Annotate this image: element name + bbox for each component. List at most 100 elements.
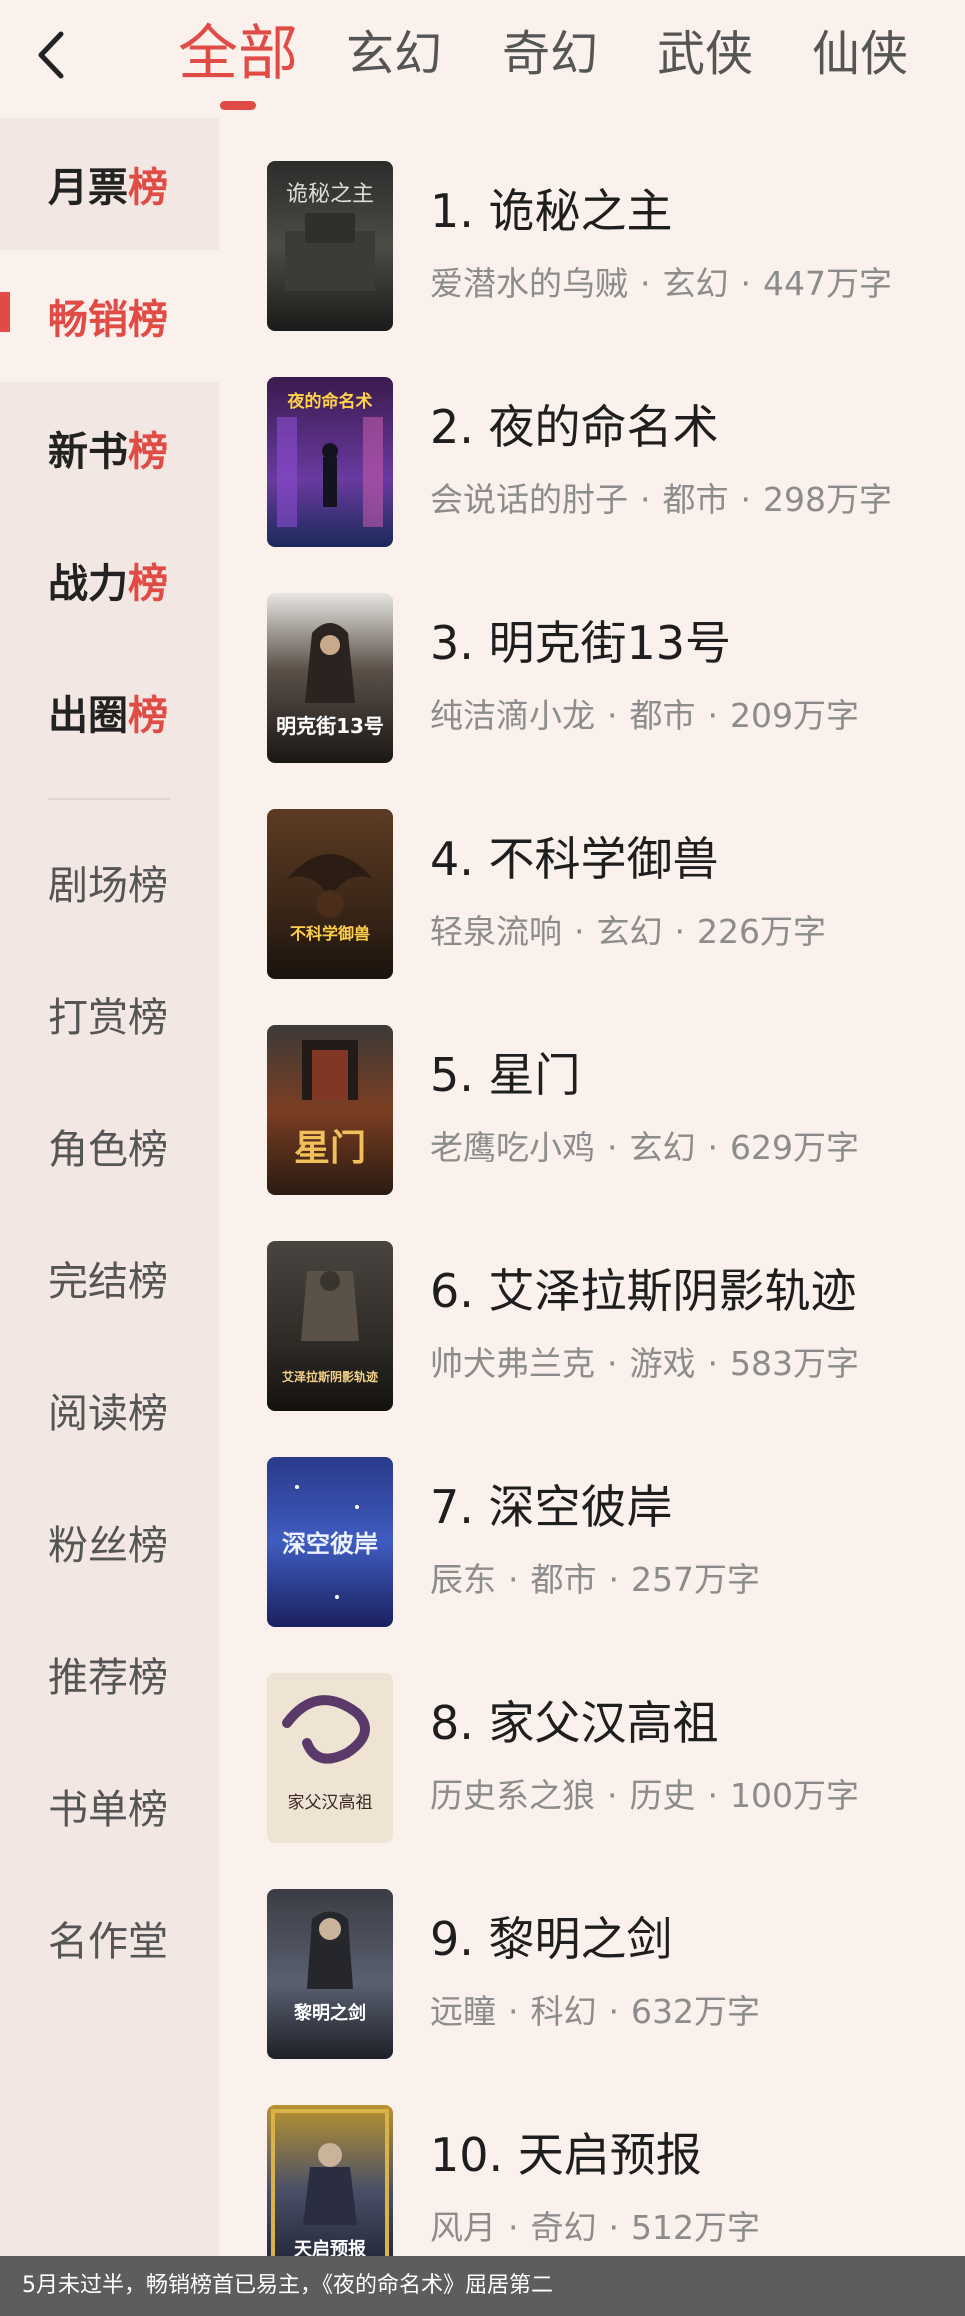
- book-title: 8. 家父汉高祖: [430, 1696, 719, 1750]
- book-row-3[interactable]: 明克街13号 3. 明克街13号 纯洁滴小龙 · 都市 · 209万字: [219, 593, 965, 793]
- book-genre: 奇幻: [530, 2208, 597, 2247]
- ranking-sidebar: 月票榜 畅销榜 新书榜 战力榜 出圈榜 剧场榜 打赏榜 角色榜 完结榜 阅读榜 …: [0, 118, 219, 2316]
- sidebar-item-label: 畅销: [48, 297, 128, 343]
- book-genre: 历史: [629, 1776, 696, 1815]
- book-cover: 诡秘之主: [267, 161, 393, 331]
- book-row-1[interactable]: 诡秘之主 1. 诡秘之主 爱潜水的乌贼 · 玄幻 · 447万字: [219, 161, 965, 361]
- book-word-count: 632万字: [631, 1992, 760, 2031]
- book-author: 历史系之狼: [430, 1776, 595, 1815]
- book-word-count: 512万字: [631, 2208, 760, 2247]
- sidebar-item-label: 新书: [48, 429, 128, 475]
- book-meta: 帅犬弗兰克 · 游戏 · 583万字: [430, 1344, 859, 1383]
- tab-all[interactable]: 全部: [178, 14, 298, 94]
- book-meta: 风月 · 奇幻 · 512万字: [430, 2208, 760, 2247]
- book-cover: 黎明之剑: [267, 1889, 393, 2059]
- book-word-count: 629万字: [730, 1128, 859, 1167]
- book-genre: 都市: [662, 480, 729, 519]
- book-title: 6. 艾泽拉斯阴影轨迹: [430, 1264, 857, 1318]
- book-word-count: 100万字: [730, 1776, 859, 1815]
- book-word-count: 209万字: [730, 696, 859, 735]
- book-title: 1. 诡秘之主: [430, 184, 673, 238]
- sidebar-item-characters[interactable]: 角色榜: [0, 1080, 219, 1212]
- book-word-count: 257万字: [631, 1560, 760, 1599]
- book-row-5[interactable]: 星门 5. 星门 老鹰吃小鸡 · 玄幻 · 629万字: [219, 1025, 965, 1225]
- book-author: 远瞳: [430, 1992, 496, 2031]
- cover-title: 黎明之剑: [294, 2002, 366, 2024]
- book-title: 3. 明克街13号: [430, 616, 732, 670]
- cover-title: 艾泽拉斯阴影轨迹: [282, 1369, 378, 1384]
- sidebar-item-theater[interactable]: 剧场榜: [0, 816, 219, 948]
- sidebar-item-label: 战力: [48, 561, 128, 607]
- book-title: 2. 夜的命名术: [430, 400, 719, 454]
- book-row-4[interactable]: 不科学御兽 4. 不科学御兽 轻泉流响 · 玄幻 · 226万字: [219, 809, 965, 1009]
- sidebar-item-suffix: 榜: [128, 165, 168, 211]
- sidebar-item-monthly-ticket[interactable]: 月票榜: [0, 118, 219, 250]
- sidebar-item-suffix: 榜: [128, 561, 168, 607]
- book-meta: 会说话的肘子 · 都市 · 298万字: [430, 480, 892, 519]
- book-row-7[interactable]: 深空彼岸 7. 深空彼岸 辰东 · 都市 · 257万字: [219, 1457, 965, 1657]
- sidebar-item-fans[interactable]: 粉丝榜: [0, 1476, 219, 1608]
- sidebar-item-suffix: 榜: [128, 297, 168, 343]
- tab-xuanhuan[interactable]: 玄幻: [346, 14, 442, 94]
- sidebar-item-masterpieces[interactable]: 名作堂: [0, 1872, 219, 2004]
- sidebar-item-breakout[interactable]: 出圈榜: [0, 646, 219, 778]
- book-row-9[interactable]: 黎明之剑 9. 黎明之剑 远瞳 · 科幻 · 632万字: [219, 1889, 965, 2089]
- book-author: 纯洁滴小龙: [430, 696, 595, 735]
- cover-title: 诡秘之主: [286, 182, 374, 207]
- sidebar-divider: [48, 798, 170, 800]
- book-title: 10. 天启预报: [430, 2128, 702, 2182]
- sidebar-item-booklists[interactable]: 书单榜: [0, 1740, 219, 1872]
- book-cover: 天启预报: [267, 2105, 393, 2275]
- book-cover: 夜的命名术: [267, 377, 393, 547]
- book-row-6[interactable]: 艾泽拉斯阴影轨迹 6. 艾泽拉斯阴影轨迹 帅犬弗兰克 · 游戏 · 583万字: [219, 1241, 965, 1441]
- sidebar-item-power[interactable]: 战力榜: [0, 514, 219, 646]
- book-title: 9. 黎明之剑: [430, 1912, 673, 1966]
- tab-qihuan[interactable]: 奇幻: [502, 14, 598, 94]
- cover-title: 不科学御兽: [290, 924, 370, 943]
- book-title: 4. 不科学御兽: [430, 832, 719, 886]
- chevron-left-icon: [38, 31, 64, 79]
- sidebar-item-rewards[interactable]: 打赏榜: [0, 948, 219, 1080]
- tab-xianxia[interactable]: 仙侠: [812, 14, 908, 94]
- book-genre: 科幻: [530, 1992, 597, 2031]
- cover-title: 夜的命名术: [287, 391, 373, 412]
- sidebar-item-bestseller[interactable]: 畅销榜: [0, 250, 219, 382]
- sidebar-item-suffix: 榜: [128, 693, 168, 739]
- top-nav-bar: 全部 玄幻 奇幻 武侠 仙侠: [0, 0, 965, 118]
- book-author: 轻泉流响: [430, 912, 562, 951]
- sidebar-item-recommend[interactable]: 推荐榜: [0, 1608, 219, 1740]
- book-cover: 明克街13号: [267, 593, 393, 763]
- cover-title: 家父汉高祖: [288, 1793, 373, 1813]
- book-cover: 星门: [267, 1025, 393, 1195]
- book-title: 7. 深空彼岸: [430, 1480, 673, 1534]
- sidebar-item-completed[interactable]: 完结榜: [0, 1212, 219, 1344]
- sidebar-item-label: 出圈: [48, 693, 128, 739]
- tab-wuxia[interactable]: 武侠: [657, 14, 753, 94]
- book-meta: 远瞳 · 科幻 · 632万字: [430, 1992, 760, 2031]
- book-author: 帅犬弗兰克: [430, 1344, 595, 1383]
- book-word-count: 226万字: [697, 912, 826, 951]
- book-cover: 家父汉高祖: [267, 1673, 393, 1843]
- book-genre: 玄幻: [629, 1128, 696, 1167]
- sidebar-item-reading[interactable]: 阅读榜: [0, 1344, 219, 1476]
- back-button[interactable]: [20, 20, 80, 90]
- sidebar-item-suffix: 榜: [128, 429, 168, 475]
- sidebar-item-label: 月票: [48, 165, 128, 211]
- book-row-2[interactable]: 夜的命名术 2. 夜的命名术 会说话的肘子 · 都市 · 298万字: [219, 377, 965, 577]
- book-title: 5. 星门: [430, 1048, 581, 1102]
- book-meta: 老鹰吃小鸡 · 玄幻 · 629万字: [430, 1128, 859, 1167]
- sidebar-item-new-books[interactable]: 新书榜: [0, 382, 219, 514]
- book-meta: 纯洁滴小龙 · 都市 · 209万字: [430, 696, 859, 735]
- active-tab-indicator: [220, 101, 256, 110]
- book-author: 爱潜水的乌贼: [430, 264, 628, 303]
- cover-title: 深空彼岸: [282, 1530, 378, 1558]
- book-author: 老鹰吃小鸡: [430, 1128, 595, 1167]
- book-genre: 都市: [530, 1560, 597, 1599]
- book-row-8[interactable]: 家父汉高祖 8. 家父汉高祖 历史系之狼 · 历史 · 100万字: [219, 1673, 965, 1873]
- book-author: 辰东: [430, 1560, 496, 1599]
- sidebar-active-marker: [0, 292, 10, 332]
- book-meta: 轻泉流响 · 玄幻 · 226万字: [430, 912, 826, 951]
- book-genre: 玄幻: [596, 912, 663, 951]
- cover-title: 明克街13号: [276, 714, 384, 738]
- book-word-count: 447万字: [763, 264, 892, 303]
